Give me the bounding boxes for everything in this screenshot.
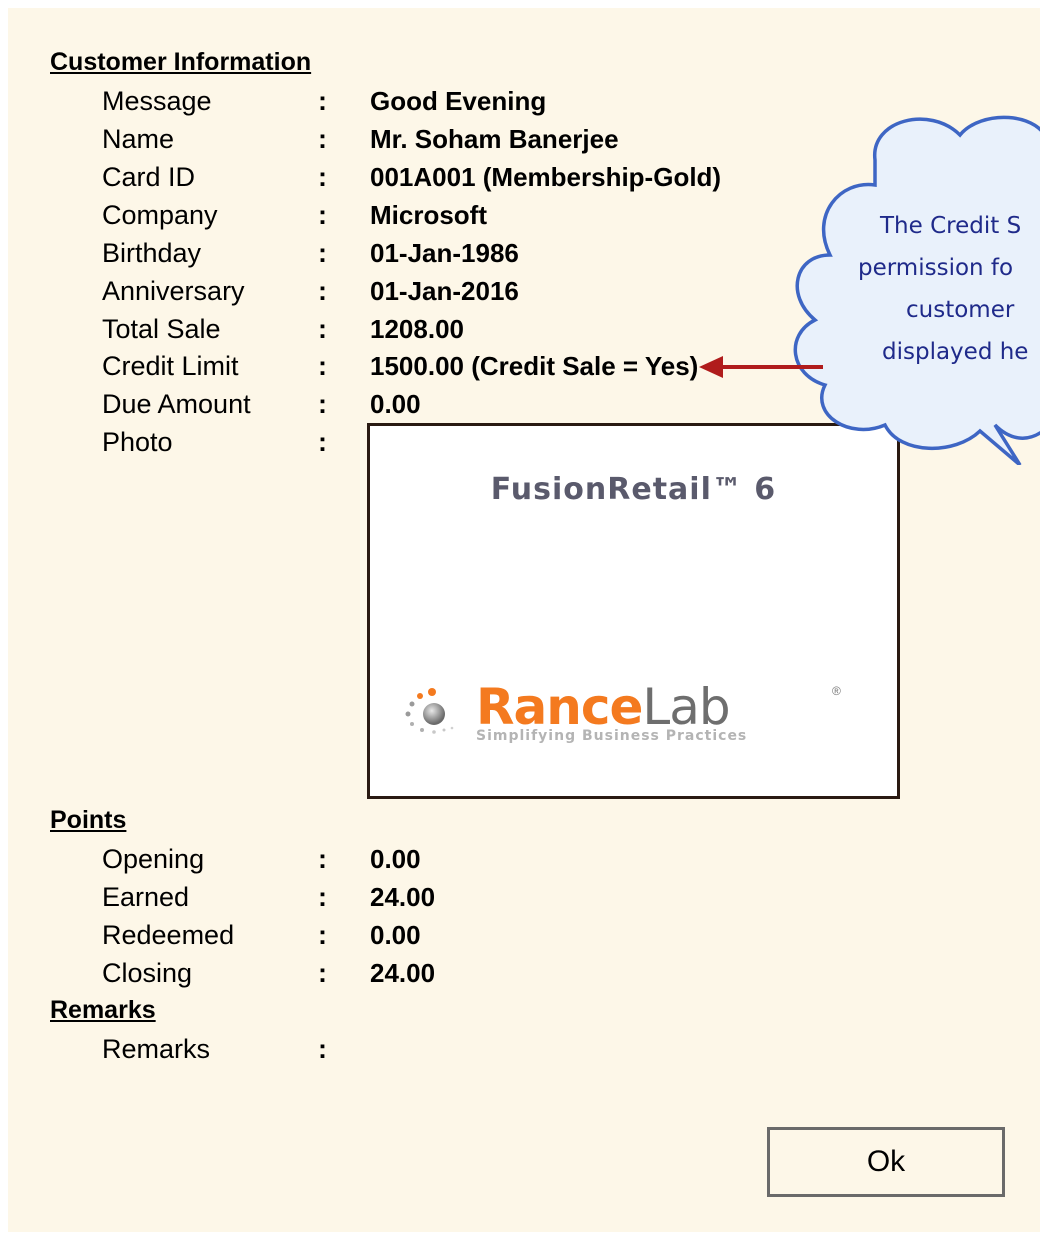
field-label: Redeemed [102, 920, 235, 950]
ok-button[interactable]: Ok [767, 1127, 1005, 1197]
field-colon: : [318, 276, 327, 306]
field-colon: : [318, 389, 327, 419]
field-value: 01-Jan-2016 [370, 276, 519, 306]
arrow-left-icon [699, 356, 823, 378]
field-colon: : [318, 238, 327, 268]
field-row-birthday: Birthday : 01-Jan-1986 [8, 238, 828, 276]
field-value: 001A001 (Membership-Gold) [370, 162, 722, 192]
callout-line: displayed he [882, 339, 1029, 365]
field-value: Microsoft [370, 200, 487, 230]
field-row-opening: Opening : 0.00 [8, 844, 828, 882]
field-label: Opening [102, 844, 205, 874]
field-value: 0.00 [370, 389, 421, 419]
field-value: 01-Jan-1986 [370, 238, 519, 268]
field-value: Good Evening [370, 86, 547, 116]
field-row-remarks: Remarks : [8, 1034, 828, 1072]
field-row-name: Name : Mr. Soham Banerjee [8, 124, 828, 162]
callout-line: The Credit S [880, 213, 1022, 239]
field-colon: : [318, 427, 327, 457]
points-heading: Points [50, 806, 127, 834]
photo-product-title: FusionRetail™ 6 [490, 472, 777, 507]
field-row-earned: Earned : 24.00 [8, 882, 828, 920]
field-colon: : [318, 882, 327, 912]
field-row-closing: Closing : 24.00 [8, 958, 828, 996]
field-label: Earned [102, 882, 190, 912]
field-label: Company [102, 200, 218, 230]
field-row-message: Message : Good Evening [8, 86, 828, 124]
field-colon: : [318, 162, 327, 192]
field-value: 1500.00 (Credit Sale = Yes) [370, 351, 699, 381]
field-label: Due Amount [102, 389, 251, 419]
callout-line: customer [906, 297, 1015, 323]
field-label: Remarks [102, 1034, 211, 1064]
field-value: 0.00 [370, 920, 421, 950]
field-colon: : [318, 1034, 327, 1064]
field-row-company: Company : Microsoft [8, 200, 828, 238]
customer-info-heading: Customer Information [50, 48, 312, 76]
registered-mark: ® [832, 684, 841, 698]
field-row-card-id: Card ID : 001A001 (Membership-Gold) [8, 162, 828, 200]
field-label: Anniversary [102, 276, 245, 306]
field-colon: : [318, 124, 327, 154]
field-label: Birthday [102, 238, 202, 268]
field-row-due-amount: Due Amount : 0.00 [8, 389, 828, 427]
field-colon: : [318, 844, 327, 874]
field-value: Mr. Soham Banerjee [370, 124, 619, 154]
field-label: Card ID [102, 162, 196, 192]
field-row-redeemed: Redeemed : 0.00 [8, 920, 828, 958]
field-label: Message [102, 86, 212, 116]
field-label: Closing [102, 958, 193, 988]
field-row-anniversary: Anniversary : 01-Jan-2016 [8, 276, 828, 314]
field-colon: : [318, 920, 327, 950]
callout-line: permission fo [858, 255, 1014, 281]
field-value: 1208.00 [370, 314, 464, 344]
field-colon: : [318, 200, 327, 230]
logo-tagline: Simplifying Business Practices [476, 728, 748, 744]
customer-photo: FusionRetail™ 6 RanceLab ® Simplifying B… [367, 423, 900, 799]
field-label: Name [102, 124, 175, 154]
field-label: Credit Limit [102, 351, 239, 381]
field-colon: : [318, 958, 327, 988]
rancelab-logo-icon [405, 688, 454, 734]
field-label: Total Sale [102, 314, 221, 344]
field-row-total-sale: Total Sale : 1208.00 [8, 314, 828, 352]
field-colon: : [318, 314, 327, 344]
remarks-heading: Remarks [50, 996, 156, 1024]
field-value: 0.00 [370, 844, 421, 874]
field-value: 24.00 [370, 958, 436, 988]
field-value: 24.00 [370, 882, 436, 912]
field-colon: : [318, 86, 327, 116]
field-label: Photo [102, 427, 173, 457]
field-colon: : [318, 351, 327, 381]
